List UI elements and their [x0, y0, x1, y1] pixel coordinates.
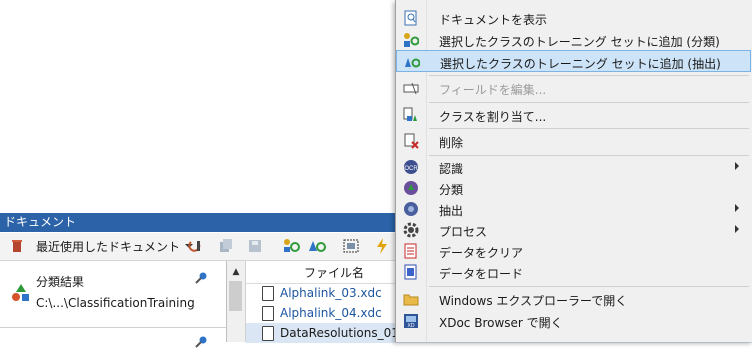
recent-documents-icon[interactable] [10, 238, 24, 254]
extract-icon [404, 202, 418, 216]
menu-item-load-data[interactable]: データをロード [396, 261, 751, 283]
copy-documents-icon[interactable] [218, 238, 234, 254]
file-name: Alphalink_03.xdc [280, 286, 382, 300]
menu-item-label: 分類 [439, 183, 464, 197]
classification-results-title[interactable]: 分類結果 [36, 273, 84, 290]
delete-icon [404, 133, 419, 149]
recent-documents-label: 最近使用したドキュメント [36, 239, 181, 254]
file-name: Alphalink_04.xdc [280, 306, 382, 320]
pin-icon-secondary[interactable] [194, 335, 208, 349]
menu-item-assign-class[interactable]: クラスを割り当て... [396, 104, 751, 126]
assign-class-icon [403, 107, 417, 121]
menu-item-label: 選択したクラスのトレーニング セットに追加 (抽出) [440, 57, 721, 71]
ocr-icon: OCR [404, 160, 418, 174]
menu-item-label: 認識 [439, 162, 464, 176]
load-data-icon [404, 264, 417, 280]
document-file-icon [262, 306, 274, 321]
process-lightning-icon[interactable] [375, 238, 389, 254]
svg-text:XD: XD [408, 323, 415, 329]
menu-item-label: 削除 [439, 136, 464, 150]
clear-data-icon [404, 243, 417, 259]
save-icon[interactable] [247, 238, 263, 254]
scroll-up-arrow-icon[interactable]: ▲ [227, 265, 245, 279]
document-file-icon [262, 326, 274, 341]
reload-icon[interactable] [187, 238, 203, 254]
xdoc-browser-icon: XD [404, 314, 418, 329]
pin-icon[interactable] [194, 271, 208, 285]
submenu-arrow-icon [735, 204, 739, 212]
menu-item-add-training-extract[interactable]: 選択したクラスのトレーニング セットに追加 (抽出) [396, 50, 751, 72]
menu-item-edit-fields[interactable]: フィールドを編集... [396, 77, 751, 99]
menu-item-clear-data[interactable]: データをクリア [396, 240, 751, 262]
results-scrollbar[interactable]: ▲ [227, 261, 246, 342]
menu-item-label: ドキュメントを表示 [439, 13, 548, 27]
edit-field-icon [403, 82, 419, 95]
menu-item-label: フィールドを編集... [439, 83, 547, 97]
scroll-thumb[interactable] [229, 281, 242, 311]
documents-panel-title: ドキュメント [4, 215, 77, 229]
menu-separator [429, 102, 749, 103]
add-extract-icon [405, 58, 420, 68]
menu-item-open-xdoc-browser[interactable]: XD XDoc Browser で開く [396, 310, 751, 332]
menu-separator [429, 286, 749, 287]
results-divider [0, 327, 226, 328]
menu-item-label: 選択したクラスのトレーニング セットに追加 (分類) [439, 35, 720, 49]
submenu-arrow-icon [735, 225, 739, 233]
menu-item-label: データをクリア [439, 246, 524, 260]
context-menu: ドキュメントを表示 選択したクラスのトレーニング セットに追加 (分類) 選択し… [395, 0, 752, 342]
menu-item-extract[interactable]: 抽出 [396, 198, 751, 220]
menu-item-open-explorer[interactable]: Windows エクスプローラーで開く [396, 288, 751, 310]
menu-item-classify[interactable]: 分類 [396, 177, 751, 199]
menu-item-view-document[interactable]: ドキュメントを表示 [396, 7, 751, 29]
folder-icon [403, 294, 419, 306]
filename-column-header[interactable]: ファイル名 [304, 264, 364, 281]
select-region-icon[interactable] [343, 238, 359, 254]
process-gear-icon [403, 222, 419, 238]
submenu-arrow-icon [735, 162, 739, 170]
menu-item-label: XDoc Browser で開く [439, 316, 563, 330]
document-file-icon [262, 286, 274, 301]
menu-separator [429, 128, 749, 129]
svg-text:OCR: OCR [404, 166, 418, 172]
menu-item-label: Windows エクスプローラーで開く [439, 294, 628, 308]
classification-results-path: C:\...\ClassificationTraining [36, 296, 195, 310]
menu-separator [429, 75, 749, 76]
menu-item-delete[interactable]: 削除 [396, 130, 751, 152]
menu-item-process[interactable]: プロセス [396, 219, 751, 241]
menu-item-label: クラスを割り当て... [439, 110, 547, 124]
document-view-icon [404, 10, 417, 26]
menu-item-label: データをロード [439, 267, 524, 281]
add-classify-icon [404, 33, 419, 47]
menu-item-label: プロセス [439, 225, 488, 239]
recent-documents-dropdown[interactable]: 最近使用したドキュメント [36, 238, 194, 254]
menu-item-recognize[interactable]: OCR 認識 [396, 156, 751, 178]
classify-icon [404, 181, 418, 195]
classification-results-icon [12, 284, 29, 301]
menu-item-label: 抽出 [439, 204, 464, 218]
menu-item-add-training-classify[interactable]: 選択したクラスのトレーニング セットに追加 (分類) [396, 29, 751, 51]
add-extract-toolbar-icon[interactable] [308, 238, 326, 254]
results-panel: 分類結果 C:\...\ClassificationTraining [0, 261, 227, 348]
add-classify-toolbar-icon[interactable] [282, 238, 300, 254]
